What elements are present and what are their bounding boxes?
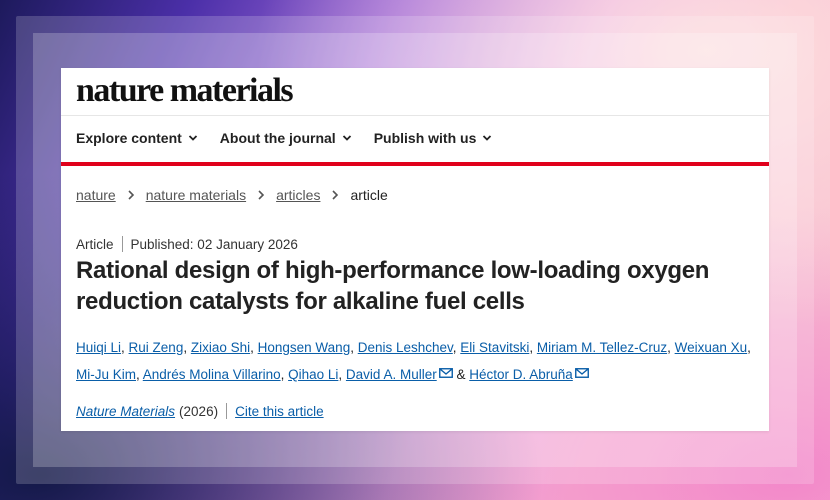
author-link[interactable]: Huiqi Li: [76, 340, 121, 355]
article-title: Rational design of high-performance low-…: [76, 257, 710, 315]
author-link[interactable]: Weixuan Xu: [675, 340, 748, 355]
chevron-right-icon: [332, 190, 339, 200]
nav-label: Publish with us: [373, 130, 477, 146]
author-joiner: &: [456, 367, 466, 382]
author-link[interactable]: Zixiao Shi: [191, 340, 250, 355]
chevron-right-icon: [128, 190, 134, 200]
author-link[interactable]: Qihao Li: [288, 367, 338, 382]
breadcrumb-nature-materials[interactable]: nature materials: [146, 187, 246, 203]
meta-divider: [226, 403, 228, 419]
author-link[interactable]: Rui Zeng: [129, 340, 184, 355]
author-link[interactable]: Héctor D. Abruña: [469, 367, 573, 382]
chevron-down-icon: [342, 135, 351, 141]
envelope-icon[interactable]: [574, 368, 589, 378]
chevron-right-icon: [258, 190, 265, 200]
nav-label: Explore content: [76, 130, 182, 146]
breadcrumb-articles[interactable]: articles: [276, 187, 320, 203]
author-link[interactable]: Miriam M. Tellez-Cruz: [537, 340, 667, 355]
author-link[interactable]: Hongsen Wang: [258, 340, 351, 355]
article-card: nature materials Explore content About t…: [61, 68, 769, 431]
meta-divider: [121, 236, 123, 252]
nav-about-journal[interactable]: About the journal: [220, 130, 352, 146]
chevron-down-icon: [188, 135, 197, 141]
breadcrumb-current: article: [350, 187, 388, 203]
publish-date: Published: 02 January 2026: [130, 236, 298, 252]
cite-article-link[interactable]: Cite this article: [235, 404, 324, 419]
nav-explore-content[interactable]: Explore content: [76, 130, 198, 146]
breadcrumb: nature nature materials articles article: [76, 187, 388, 203]
nav-publish-with-us[interactable]: Publish with us: [374, 130, 493, 146]
article-meta: Article Published: 02 January 2026: [76, 236, 298, 252]
breadcrumb-nature[interactable]: nature: [76, 187, 116, 203]
nav-label: About the journal: [219, 130, 336, 146]
author-link[interactable]: David A. Muller: [346, 367, 437, 382]
author-link[interactable]: Andrés Molina Villarino: [143, 367, 281, 382]
publication-year: (2026): [179, 403, 219, 419]
header-divider: [61, 115, 769, 116]
article-type: Article: [76, 236, 114, 252]
envelope-icon[interactable]: [438, 368, 453, 378]
author-link[interactable]: Denis Leshchev: [358, 340, 453, 355]
chevron-down-icon: [483, 135, 492, 141]
author-link[interactable]: Eli Stavitski: [460, 340, 529, 355]
site-logo[interactable]: nature materials: [76, 72, 294, 110]
author-list: Huiqi Li, Rui Zeng, Zixiao Shi, Hongsen …: [76, 340, 751, 382]
accent-bar: [61, 162, 769, 166]
author-link[interactable]: Mi-Ju Kim: [76, 367, 136, 382]
journal-name-link[interactable]: Nature Materials: [76, 404, 175, 419]
citation-line: Nature Materials (2026) Cite this articl…: [76, 403, 324, 419]
main-nav: Explore content About the journal Publis…: [76, 130, 514, 146]
